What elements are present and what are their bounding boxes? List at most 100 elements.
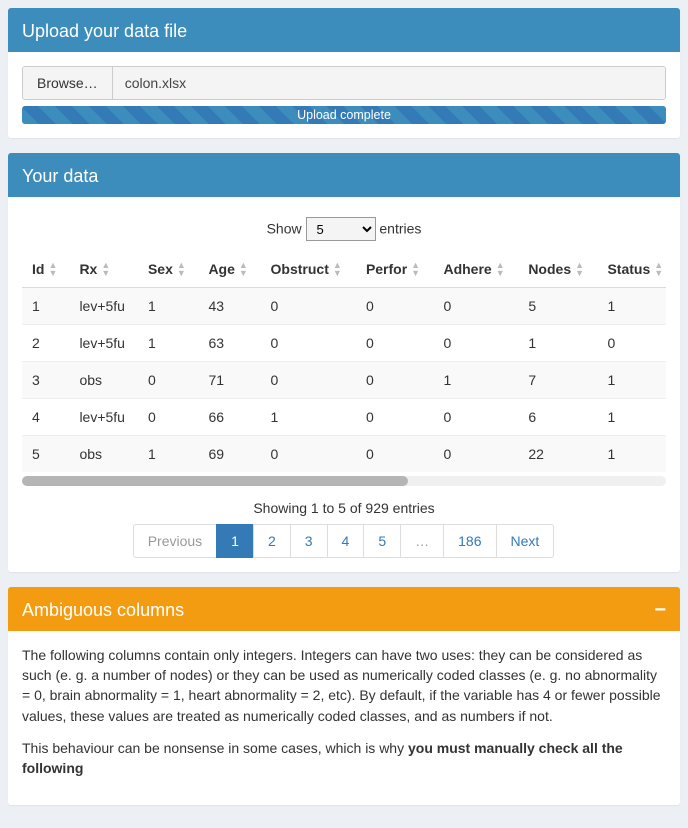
table-cell: obs [69,435,138,472]
sort-icon[interactable] [411,261,420,278]
table-cell: 1 [597,287,666,324]
table-cell: 4 [22,398,69,435]
pagination-page[interactable]: 1 [216,524,254,558]
column-header[interactable]: Perfor [356,253,434,287]
column-label: Rx [79,261,97,277]
table-cell: 1 [433,361,518,398]
table-cell: 2 [22,324,69,361]
sort-icon[interactable] [239,261,248,278]
table-cell: 0 [433,398,518,435]
ambiguous-body: The following columns contain only integ… [8,631,680,805]
table-cell: 6 [518,398,597,435]
show-label-left: Show [267,221,302,237]
table-row: 4lev+5fu066100612 [22,398,666,435]
table-row: 2lev+5fu163000102 [22,324,666,361]
table-cell: 0 [138,398,198,435]
table-cell: 1 [518,324,597,361]
table-cell: 0 [261,324,356,361]
upload-body: Browse… colon.xlsx Upload complete [8,52,680,138]
column-label: Nodes [528,261,571,277]
table-cell: 5 [518,287,597,324]
show-entries-select[interactable]: 5 [306,217,376,241]
table-cell: 0 [356,324,434,361]
column-header[interactable]: Status [597,253,666,287]
sort-icon[interactable] [101,261,110,278]
ambiguous-panel: Ambiguous columns − The following column… [8,587,680,805]
data-header: Your data [8,156,680,197]
scrollbar-thumb[interactable] [22,476,408,486]
table-cell: 0 [433,435,518,472]
column-header[interactable]: Obstruct [261,253,356,287]
data-table-header-row: Id Rx Sex Age Obstruct Perfor Adhere Nodes Statu… [22,253,666,287]
sort-icon[interactable] [654,261,663,278]
table-cell: 0 [138,361,198,398]
column-header[interactable]: Nodes [518,253,597,287]
upload-title: Upload your data file [22,21,187,42]
table-cell: obs [69,361,138,398]
column-header[interactable]: Age [198,253,260,287]
ambiguous-para2: This behaviour can be nonsense in some c… [22,738,666,779]
data-title: Your data [22,166,98,187]
column-label: Id [32,261,44,277]
column-header[interactable]: Rx [69,253,138,287]
table-cell: 71 [198,361,260,398]
table-cell: 0 [433,324,518,361]
table-cell: 0 [261,361,356,398]
data-body: Show 5 entries Id Rx Sex Age Obstruct Perfor A… [8,197,680,572]
table-cell: 22 [518,435,597,472]
table-cell: lev+5fu [69,287,138,324]
pagination-page[interactable]: 3 [290,524,328,558]
horizontal-scrollbar[interactable] [22,476,666,486]
upload-panel: Upload your data file Browse… colon.xlsx… [8,8,680,138]
sort-icon[interactable] [48,261,57,278]
table-row: 5obs1690002212 [22,435,666,472]
table-cell: lev+5fu [69,324,138,361]
sort-icon[interactable] [333,261,342,278]
column-header[interactable]: Adhere [433,253,518,287]
sort-icon[interactable] [177,261,186,278]
pagination-page[interactable]: 186 [443,524,496,558]
table-cell: 0 [356,287,434,324]
table-cell: 1 [597,398,666,435]
table-cell: 1 [22,287,69,324]
table-cell: 0 [261,287,356,324]
sort-icon[interactable] [496,261,505,278]
pagination-next[interactable]: Next [496,524,555,558]
column-label: Age [208,261,234,277]
table-cell: 0 [356,435,434,472]
table-cell: 7 [518,361,597,398]
column-header[interactable]: Sex [138,253,198,287]
ambiguous-para2-prefix: This behaviour can be nonsense in some c… [22,740,408,756]
sort-icon[interactable] [575,261,584,278]
table-cell: 1 [597,361,666,398]
column-label: Adhere [443,261,491,277]
collapse-button[interactable]: − [654,600,666,620]
table-cell: 0 [356,361,434,398]
data-table: Id Rx Sex Age Obstruct Perfor Adhere Nodes Statu… [22,253,666,472]
browse-button[interactable]: Browse… [23,67,113,99]
upload-header: Upload your data file [8,11,680,52]
column-label: Obstruct [271,261,329,277]
show-entries-row: Show 5 entries [22,217,666,241]
pagination-page[interactable]: 5 [363,524,401,558]
table-row: 3obs071001712 [22,361,666,398]
column-label: Status [607,261,650,277]
ambiguous-title: Ambiguous columns [22,600,184,621]
table-cell: 66 [198,398,260,435]
pagination-previous: Previous [133,524,217,558]
table-cell: 63 [198,324,260,361]
data-panel: Your data Show 5 entries Id Rx Sex Age Obstr… [8,153,680,572]
file-name-field: colon.xlsx [113,67,665,99]
data-table-wrap: Id Rx Sex Age Obstruct Perfor Adhere Nodes Statu… [22,253,666,486]
pagination-page[interactable]: 4 [327,524,365,558]
column-header[interactable]: Id [22,253,69,287]
column-label: Perfor [366,261,407,277]
upload-progress: Upload complete [22,106,666,124]
table-row: 1lev+5fu143000512 [22,287,666,324]
table-cell: 0 [261,435,356,472]
showing-text: Showing 1 to 5 of 929 entries [22,500,666,516]
table-cell: 3 [22,361,69,398]
pagination-page[interactable]: 2 [253,524,291,558]
pagination-page: … [400,524,444,558]
column-label: Sex [148,261,173,277]
